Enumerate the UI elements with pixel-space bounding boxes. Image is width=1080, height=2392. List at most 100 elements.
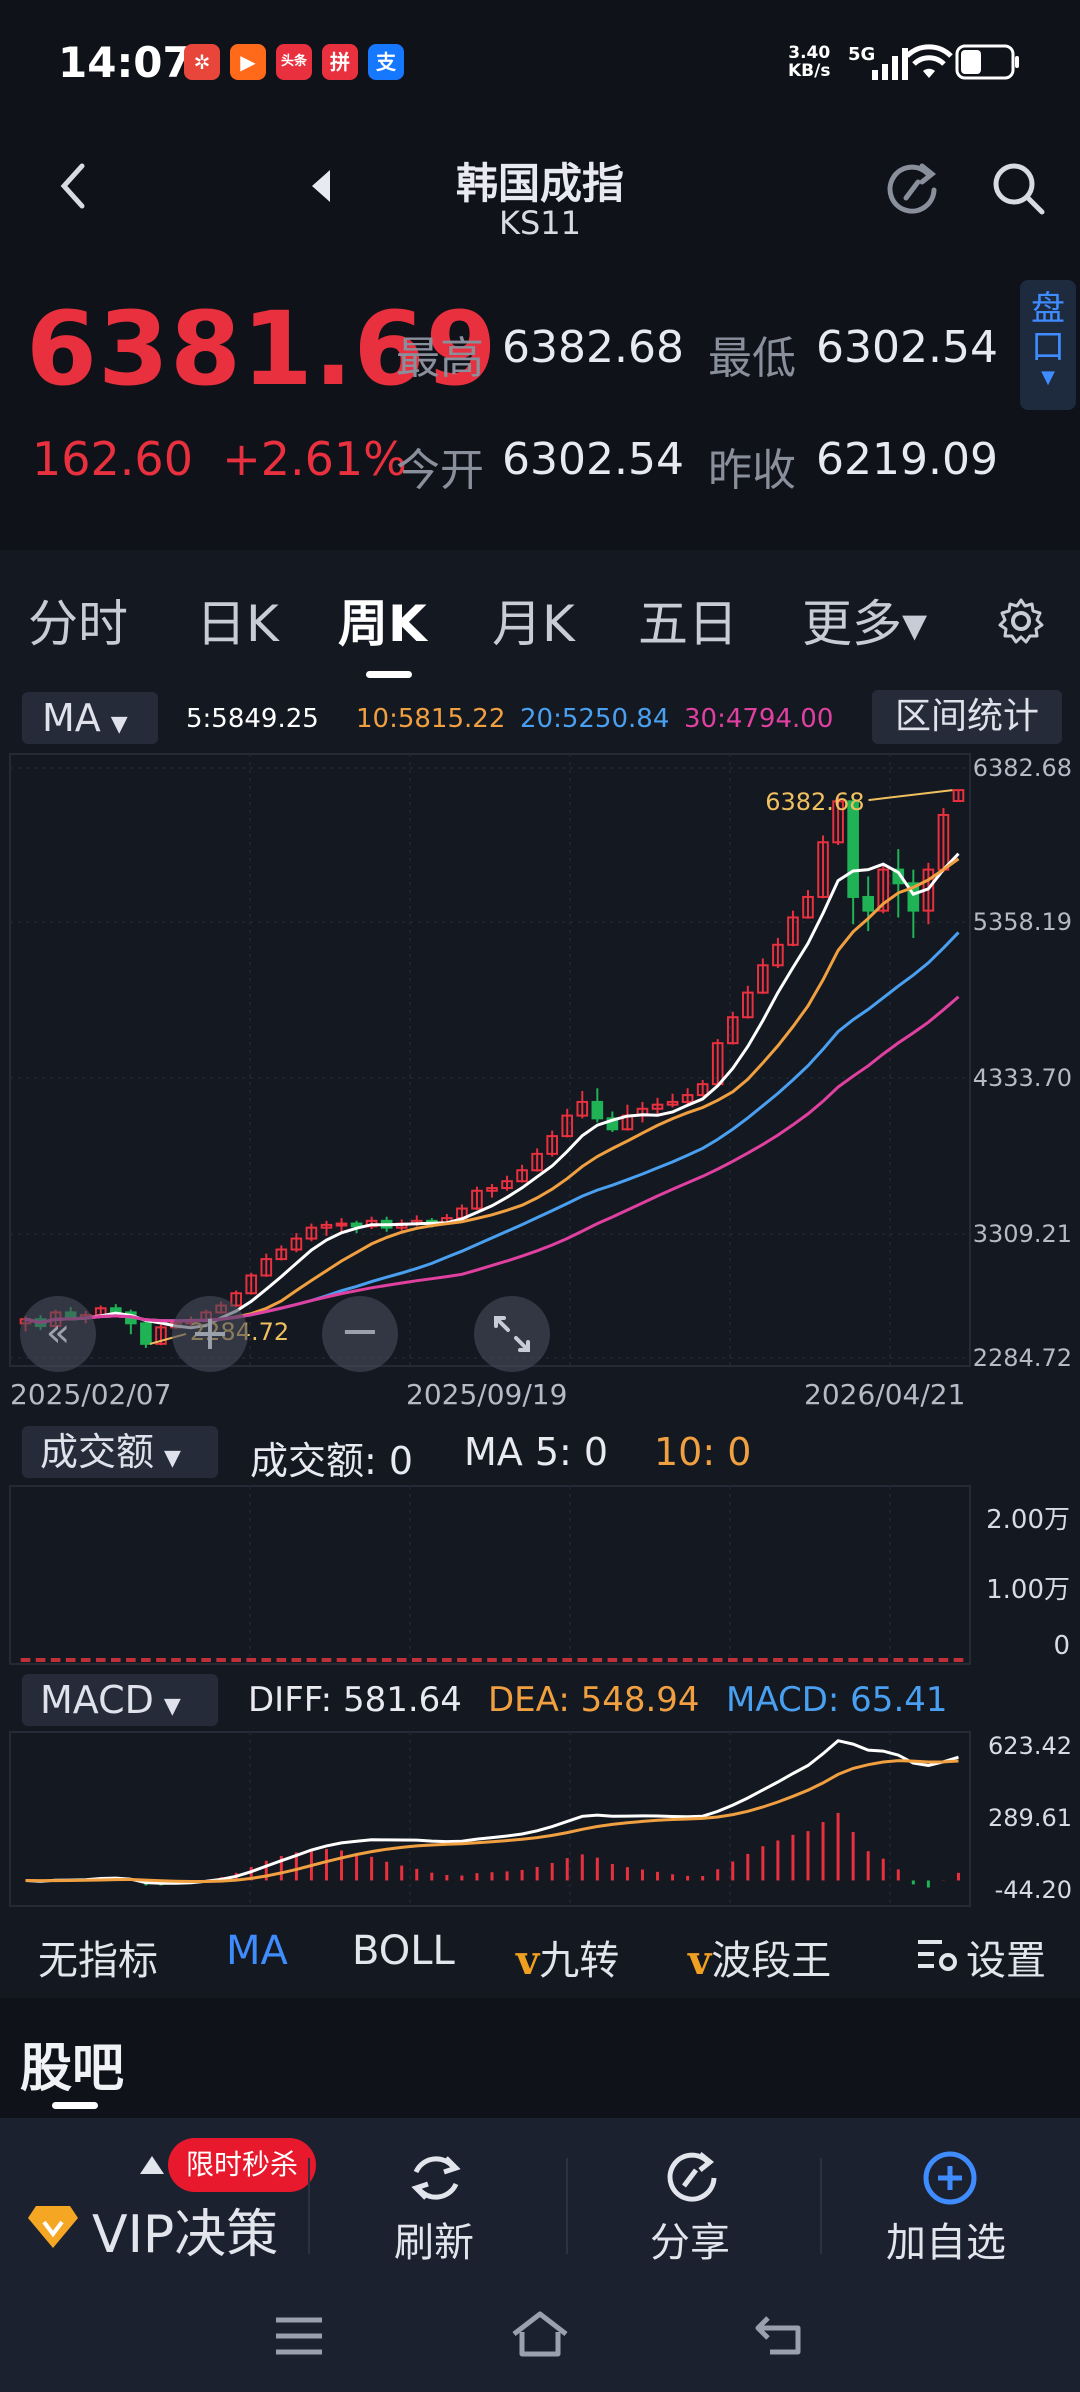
volume-ma10: 10: 0 [654,1430,752,1474]
forum-title[interactable]: 股吧 [20,2026,124,2101]
home-icon[interactable] [508,2308,572,2362]
pinduoduo-icon: 拼 [322,44,358,80]
volume-bar [426,1658,437,1662]
volume-bar [261,1658,272,1662]
volume-bar [667,1658,678,1662]
volume-bar [216,1658,226,1662]
search-icon[interactable] [990,160,1048,218]
volume-bar [80,1658,91,1662]
volume-bar [110,1658,121,1662]
tab-five-day[interactable]: 五日 [638,584,738,656]
low-label: 最低 [708,333,796,384]
tab-monthly-k[interactable]: 月K [492,584,575,656]
add-watchlist-icon [923,2151,977,2205]
back-nav-icon[interactable] [752,2310,808,2360]
macd-indicator-select[interactable]: MACD ▼ [22,1674,218,1726]
volume-bar [366,1658,377,1662]
nav-header: 韩国成指 KS11 [0,130,1080,260]
weibo-icon: ✲ [184,44,220,80]
high-marker: 6382.68 [765,788,864,816]
volume-indicator-select[interactable]: 成交额 ▼ [22,1426,218,1478]
macd-diff: DIFF: 581.64 [248,1680,462,1720]
main-indicator-select[interactable]: MA ▼ [22,692,158,744]
y-tick-label: 5358.19 [973,908,1072,936]
order-book-toggle[interactable]: 盘口 ▼ [1020,280,1076,410]
ma30-line [25,995,960,1325]
indicator-nine-turn[interactable]: v九转 [516,1928,619,1986]
volume-summary: 成交额: 0 [250,1439,414,1483]
volume-y-tick: 1.00万 [986,1575,1070,1605]
indicator-boll[interactable]: BOLL [352,1928,455,1974]
vip-decision-button[interactable]: VIP决策 [92,2192,278,2267]
tab-intraday[interactable]: 分时 [28,584,128,656]
volume-bar [186,1658,196,1662]
volume-bar [126,1658,136,1662]
high-value: 6382.68 [502,322,684,373]
volume-bar [351,1658,362,1662]
volume-bar [637,1658,648,1662]
forum-section: 股吧 [0,1998,1080,2118]
menu-icon[interactable] [272,2314,326,2358]
volume-chart: 2.00万 1.00万 0 [9,1485,1070,1665]
volume-bar [652,1658,663,1662]
indicator-settings[interactable]: 设置 [966,1928,1046,1986]
flash-sale-badge[interactable]: 限时秒杀 [168,2138,316,2192]
volume-bar [878,1658,889,1662]
range-stats-button[interactable]: 区间统计 [872,690,1062,744]
volume-bar [863,1658,874,1662]
volume-bar [457,1658,467,1662]
chart-area: MA ▼ 5:5849.25 10:5815.22 20:5250.84 30:4794… [0,684,1080,1990]
volume-bar [517,1658,527,1662]
volume-bar [923,1658,934,1662]
fullscreen-icon[interactable] [474,1296,550,1372]
volume-bar [712,1658,723,1662]
volume-bar [65,1658,76,1662]
volume-bar [682,1658,693,1662]
prev-close-label: 昨收 [708,445,796,496]
tab-daily-k[interactable]: 日K [196,584,279,656]
refresh-icon[interactable] [884,160,942,218]
add-watchlist-button[interactable]: 加自选 [886,2210,1006,2268]
volume-bar [201,1658,211,1662]
volume-y-tick: 2.00万 [986,1505,1070,1535]
video-icon: ▶ [230,44,266,80]
x-tick-start: 2025/02/07 [10,1378,172,1411]
zoom-in-button[interactable]: + [172,1296,248,1372]
refresh-icon [411,2156,461,2200]
volume-bar [788,1658,798,1662]
macd-y-tick: 623.42 [988,1732,1072,1760]
refresh-button[interactable]: 刷新 [394,2210,474,2268]
ma-legend-3: 30:4794.00 [684,704,834,734]
volume-bar [773,1658,783,1662]
tab-weekly-k[interactable]: 周K [338,584,427,656]
tab-more[interactable]: 更多▾ [802,584,927,656]
gear-icon[interactable] [996,596,1046,646]
zoom-out-button[interactable]: − [322,1296,398,1372]
y-tick-label: 3309.21 [973,1220,1072,1248]
volume-bar [727,1658,738,1662]
price-change: 162.60 +2.61% [32,432,407,486]
candle [140,1322,152,1345]
volume-bar [547,1658,558,1662]
indicator-none[interactable]: 无指标 [38,1928,158,1986]
quote-panel: 6381.69 162.60 +2.61% 最高 6382.68 最低 6302… [0,260,1080,550]
active-tab-indicator [366,671,412,678]
indicator-ma[interactable]: MA [226,1928,288,1974]
share-button[interactable]: 分享 [650,2210,730,2268]
volume-bar [833,1658,843,1662]
high-label: 最高 [396,333,484,384]
volume-bar [321,1658,332,1662]
scroll-left-button[interactable]: « [20,1296,96,1372]
open-label: 今开 [396,445,484,496]
prev-close-value: 6219.09 [816,434,998,485]
volume-bar [938,1658,949,1662]
macd-diff-line [25,1739,959,1885]
macd-value: MACD: 65.41 [726,1680,948,1720]
candlestick-chart[interactable]: 6382.68 5358.19 4333.70 3309.21 2284.72 6382.… [0,750,1080,1370]
settings-list-icon[interactable] [914,1936,960,1976]
ma10-line [25,857,960,1325]
volume-bar [487,1658,497,1662]
period-tabs: 分时 日K 周K 月K 五日 更多▾ [0,556,1080,684]
indicator-wave-king[interactable]: v波段王 [688,1928,831,1986]
candle [335,1222,348,1227]
